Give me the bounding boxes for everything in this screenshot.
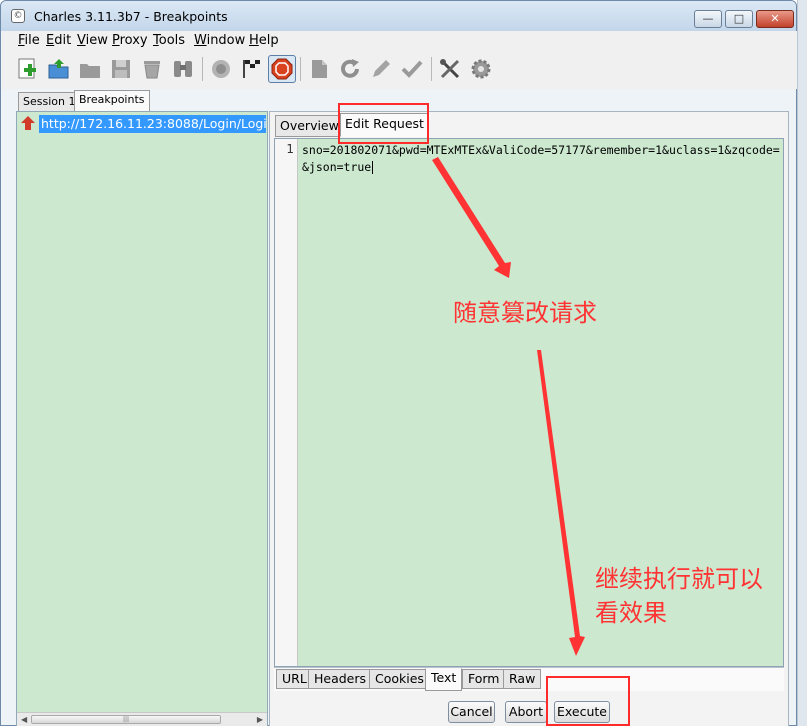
annotation-continue-line1: 继续执行就可以 — [595, 565, 763, 593]
annotation-arrows — [432, 157, 585, 656]
arrow-to-execute — [537, 350, 585, 656]
annotation-tamper-request: 随意篡改请求 — [453, 299, 597, 327]
arrow-to-body — [432, 157, 511, 278]
annotation-continue-line2: 看效果 — [595, 599, 667, 627]
